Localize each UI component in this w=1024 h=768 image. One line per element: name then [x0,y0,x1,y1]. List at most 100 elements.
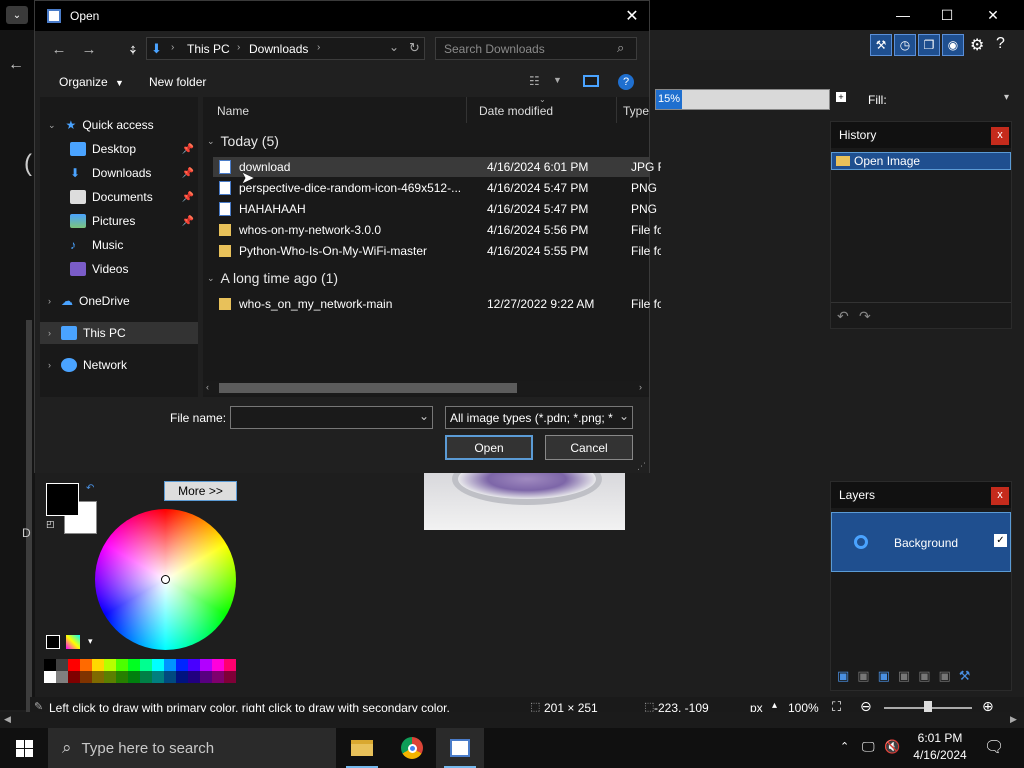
fill-dropdown-icon[interactable]: ▾ [1004,92,1009,103]
column-header-name[interactable]: Name [211,97,467,123]
tools-icon[interactable]: ⚒ [870,34,892,56]
view-options-icon[interactable]: ☷ [529,74,540,88]
file-name-dropdown-icon[interactable]: ⌄ [419,409,429,423]
expand-icon[interactable]: › [48,328,51,338]
close-app-button[interactable]: ✕ [970,0,1016,30]
nav-music[interactable]: ♪ Music [40,234,198,256]
swap-colors-icon[interactable]: ↶ [86,483,94,494]
scroll-thumb[interactable] [219,383,517,393]
add-layer-icon[interactable]: ▣ [837,668,857,683]
merge-layer-icon[interactable]: ▣ [898,668,918,683]
expand-icon[interactable]: › [48,360,51,370]
open-button[interactable]: Open [445,435,533,460]
preview-pane-icon[interactable] [583,75,599,87]
network-status-icon[interactable]: 🖵 [862,739,875,755]
refresh-icon[interactable]: ↻ [409,40,420,56]
layer-properties-icon[interactable]: ⚒ [959,668,979,683]
palette-primary-icon[interactable] [46,635,60,649]
expand-icon[interactable]: › [48,296,51,306]
collapse-icon[interactable]: ⌄ [207,136,215,147]
help-icon[interactable]: ? [996,35,1005,53]
layer-visibility-checkbox[interactable]: ✓ [994,534,1007,547]
pin-icon[interactable]: 📌 [182,168,194,179]
help-icon[interactable]: ? [618,74,634,90]
canvas-image[interactable] [424,473,625,530]
group-header-long-ago[interactable]: ⌄ A long time ago (1) [207,268,338,288]
file-explorer-taskbar-button[interactable] [338,728,386,768]
more-button[interactable]: More >> [164,481,237,501]
up-button[interactable]: ↑ [121,37,145,61]
expand-icon[interactable]: ⌄ [48,120,56,131]
file-row[interactable]: whos-on-my-network-3.0.0 4/16/2024 5:56 P… [213,220,661,240]
scroll-right-icon[interactable]: ▶ [1010,714,1017,725]
nav-documents[interactable]: Documents 📌 [40,186,198,208]
layer-item[interactable]: Background ✓ [831,512,1011,572]
app-menu-dropdown[interactable]: ⌄ [6,6,28,24]
column-header-type[interactable]: Type [617,97,657,123]
history-icon[interactable]: ◷ [894,34,916,56]
file-type-select[interactable]: All image types (*.pdn; *.png; * [445,406,633,429]
color-wheel-marker[interactable] [161,575,170,584]
back-button[interactable]: ← [47,37,71,61]
zoom-bar[interactable]: 15% [655,89,830,110]
file-row[interactable]: perspective-dice-random-icon-469x512-...… [213,178,657,198]
close-history-button[interactable]: x [991,127,1009,145]
move-up-icon[interactable]: ▣ [918,668,938,683]
breadcrumb-this-pc[interactable]: This PC [187,42,230,56]
address-dropdown-icon[interactable]: ⌄ [389,40,399,54]
plus-icon[interactable]: + [836,92,846,102]
collapse-icon[interactable]: ⌄ [207,273,215,284]
file-type-dropdown-icon[interactable]: ⌄ [619,409,630,423]
file-row[interactable]: download 4/16/2024 6:01 PM JPG F [213,157,661,177]
file-list-hscrollbar[interactable]: ‹ › [203,381,649,395]
taskbar-clock[interactable]: 6:01 PM 4/16/2024 [905,730,975,764]
address-bar[interactable]: ⬇ › This PC › Downloads › ⌄ ↻ [146,37,425,60]
layers-icon[interactable]: ❐ [918,34,940,56]
reset-colors-icon[interactable]: ◰ [46,519,55,530]
layer-tools-row[interactable]: ▣▣▣▣▣▣⚒ [837,668,978,684]
minimize-button[interactable]: — [880,0,926,30]
chrome-taskbar-button[interactable] [388,728,436,768]
forward-button[interactable]: → [77,37,101,61]
scroll-right-icon[interactable]: › [639,382,642,392]
view-dropdown-icon[interactable]: ▼ [553,75,562,85]
start-button[interactable] [0,728,48,768]
redo-icon[interactable]: ↷ [859,308,871,325]
notification-icon[interactable]: 🗨 [984,737,1004,757]
gear-icon[interactable]: ⚙ [970,35,984,55]
nav-pictures[interactable]: Pictures 📌 [40,210,198,232]
left-scrollbar[interactable] [26,320,32,720]
move-down-icon[interactable]: ▣ [938,668,958,683]
duplicate-layer-icon[interactable]: ▣ [878,668,898,683]
cancel-button[interactable]: Cancel [545,435,633,460]
scroll-left-icon[interactable]: ◀ [4,714,11,725]
file-row[interactable]: Python-Who-Is-On-My-WiFi-master 4/16/2024… [213,241,661,261]
pin-icon[interactable]: 📌 [182,192,194,203]
file-name-input[interactable] [230,406,433,429]
scroll-left-icon[interactable]: ‹ [206,382,209,392]
show-hidden-icons[interactable]: ⌃ [840,740,849,753]
delete-layer-icon[interactable]: ▣ [857,668,877,683]
taskbar-search[interactable]: ⌕ Type here to search [48,728,336,768]
nav-downloads[interactable]: ⬇ Downloads 📌 [40,162,198,184]
file-row[interactable]: who-s_on_my_network-main 12/27/2022 9:22 … [213,294,661,314]
unit-dropdown-icon[interactable]: ▴ [772,700,777,711]
organize-button[interactable]: Organize ▼ [59,75,124,89]
search-input[interactable]: Search Downloads [435,37,637,60]
back-arrow-icon[interactable]: ← [8,56,24,74]
resize-grip-icon[interactable]: ⋰ [637,461,646,472]
nav-network[interactable]: › Network [40,354,198,376]
close-layers-button[interactable]: x [991,487,1009,505]
colors-icon[interactable]: ◉ [942,34,964,56]
volume-muted-icon[interactable]: 🔇 [884,739,900,755]
pin-icon[interactable]: 📌 [182,144,194,155]
breadcrumb-downloads[interactable]: Downloads [249,42,308,56]
nav-onedrive[interactable]: › ☁ OneDrive [40,290,198,312]
undo-icon[interactable]: ↶ [837,308,849,325]
nav-quick-access[interactable]: ⌄ ★ Quick access [40,114,198,136]
paintnet-taskbar-button[interactable] [436,728,484,768]
palette-menu-icon[interactable] [66,635,80,649]
dialog-close-button[interactable]: ✕ [621,5,643,27]
palette-grid[interactable] [44,659,236,683]
nav-this-pc[interactable]: › This PC [40,322,198,344]
